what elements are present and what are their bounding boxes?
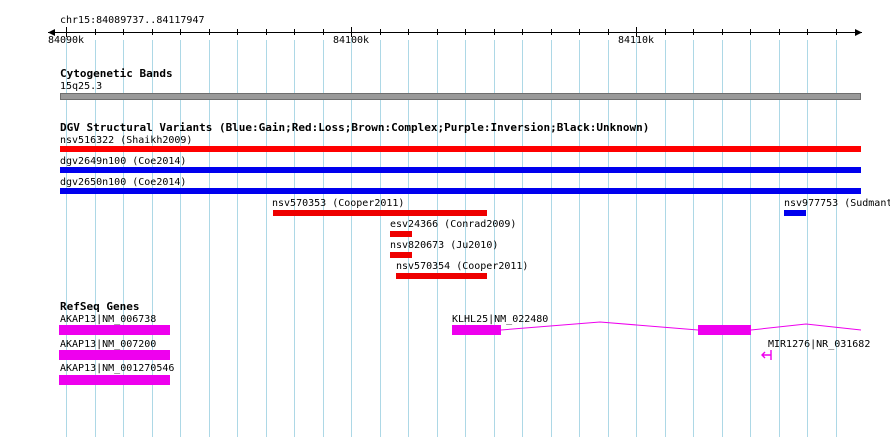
variant-label: nsv820673 (Ju2010) [390, 240, 499, 251]
variant-bar[interactable] [390, 231, 412, 237]
tick-label-84100k: 84100k [332, 35, 370, 46]
variant-label: nsv570353 (Cooper2011) [272, 198, 405, 209]
location-label: chr15:84089737..84117947 [60, 15, 205, 26]
variant-bar[interactable] [273, 210, 487, 216]
gene-label: MIR1276|NR_031682 [768, 339, 871, 350]
ruler-arrow-right-icon [855, 29, 862, 36]
variant-label: nsv570354 (Cooper2011) [396, 261, 529, 272]
genome-browser: chr15:84089737..84117947 84090k 84100k 8… [0, 0, 890, 437]
gene-label: AKAP13|NM_001270546 [60, 363, 175, 374]
gene-label: KLHL25|NM_022480 [452, 314, 549, 325]
variant-label: nsv516322 (Shaikh2009) [60, 135, 193, 146]
gene-label: AKAP13|NM_006738 [60, 314, 157, 325]
gene-exon[interactable] [59, 375, 170, 385]
tick-label-84090k: 84090k [47, 35, 85, 46]
track-title-cytoband: Cytogenetic Bands [60, 67, 173, 80]
variant-bar[interactable] [396, 273, 487, 279]
mir-gene-arrow-icon[interactable] [760, 350, 776, 362]
track-title-refseq: RefSeq Genes [60, 300, 140, 313]
gene-exon[interactable] [698, 325, 751, 335]
tick-label-84110k: 84110k [617, 35, 655, 46]
variant-label: dgv2650n100 (Coe2014) [60, 177, 187, 188]
variant-label: esv24366 (Conrad2009) [390, 219, 517, 230]
variant-bar[interactable] [60, 167, 861, 173]
gene-exon[interactable] [452, 325, 501, 335]
variant-bar[interactable] [60, 146, 861, 152]
variant-bar[interactable] [60, 188, 861, 194]
variant-bar[interactable] [784, 210, 806, 216]
variant-bar[interactable] [390, 252, 412, 258]
variant-label: nsv977753 (Sudmant [784, 198, 890, 209]
gene-label: AKAP13|NM_007200 [60, 339, 157, 350]
cytoband-bar[interactable] [60, 93, 861, 100]
variant-label: dgv2649n100 (Coe2014) [60, 156, 187, 167]
track-title-dgv: DGV Structural Variants (Blue:Gain;Red:L… [60, 121, 650, 134]
gene-exon[interactable] [59, 325, 170, 335]
cytoband-label: 15q25.3 [60, 81, 103, 92]
gene-exon[interactable] [59, 350, 170, 360]
